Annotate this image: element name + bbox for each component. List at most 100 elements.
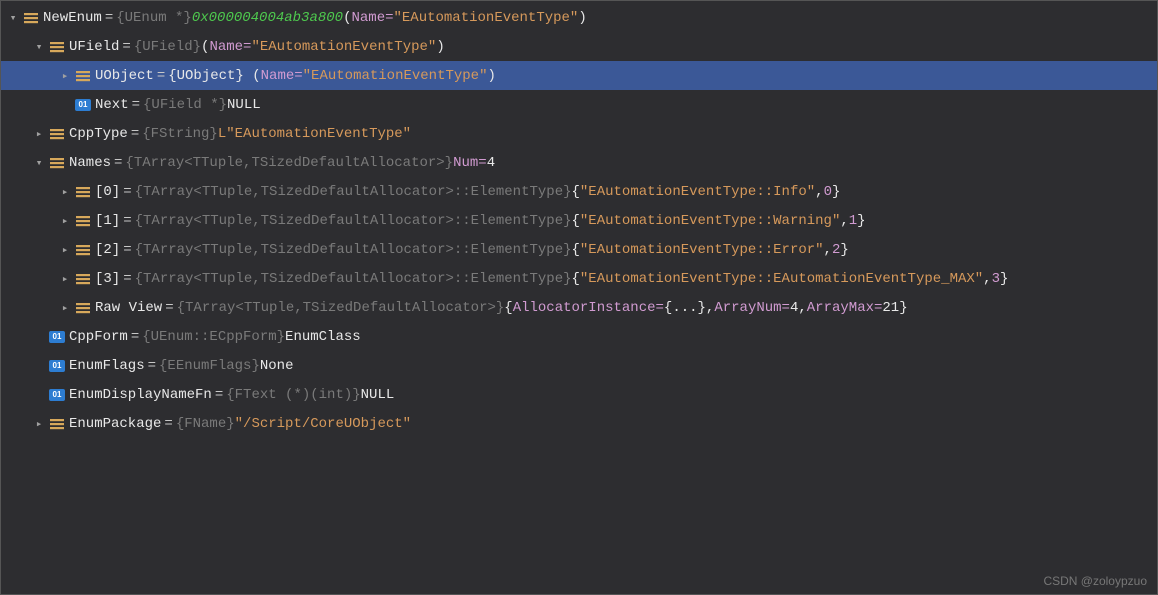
chevron-down-icon[interactable]: ▾ — [31, 39, 47, 55]
enum-icon — [49, 416, 65, 432]
text-segment: {TArray<TTuple,TSizedDefaultAllocator>} — [125, 155, 453, 171]
tree-row[interactable]: ▾ NewEnum = {UEnum *} 0x000004004ab3a800… — [1, 3, 1157, 32]
text-segment: "EAutomationEventType::Warning" — [580, 213, 840, 229]
text-segment: ArrayMax= — [807, 300, 883, 316]
text-segment: "/Script/CoreUObject" — [235, 416, 411, 432]
enum-icon — [75, 213, 91, 229]
tree-row[interactable]: ▸ [1] = {TArray<TTuple,TSizedDefaultAllo… — [1, 206, 1157, 235]
text-segment: {UField *} — [143, 97, 227, 113]
text-segment: {TArray<TTuple,TSizedDefaultAllocator>::… — [135, 242, 572, 258]
text-segment: = — [128, 126, 142, 142]
text-segment: CppType — [69, 126, 128, 142]
text-segment: } — [857, 213, 865, 229]
text-segment: ArrayNum= — [714, 300, 790, 316]
chevron-right-icon[interactable]: ▸ — [57, 184, 73, 200]
text-segment: ) — [578, 10, 586, 26]
text-segment: = — [120, 213, 134, 229]
text-segment: "EAutomationEventType::EAutomationEventT… — [580, 271, 983, 287]
watch-tree[interactable]: ▾ NewEnum = {UEnum *} 0x000004004ab3a800… — [1, 1, 1157, 438]
chevron-down-icon[interactable]: ▾ — [5, 10, 21, 26]
text-segment: , — [824, 242, 832, 258]
enum-icon — [49, 155, 65, 171]
tree-row[interactable]: ▸ [0] = {TArray<TTuple,TSizedDefaultAllo… — [1, 177, 1157, 206]
value-icon: 01 — [49, 360, 65, 372]
text-segment: Name= — [261, 68, 303, 84]
value-icon: 01 — [49, 331, 65, 343]
tree-row[interactable]: ▸ UObject = {UObject} (Name="EAutomation… — [1, 61, 1157, 90]
text-segment: EnumPackage — [69, 416, 161, 432]
tree-row[interactable]: 01Next = {UField *} NULL — [1, 90, 1157, 119]
tree-row[interactable]: ▾ UField = {UField} (Name="EAutomationEv… — [1, 32, 1157, 61]
text-segment: {TArray<TTuple,TSizedDefaultAllocator>::… — [135, 184, 572, 200]
enum-icon — [75, 300, 91, 316]
text-segment: {...}, — [664, 300, 714, 316]
tree-row[interactable]: 01CppForm = {UEnum::ECppForm} EnumClass — [1, 322, 1157, 351]
text-segment: EnumClass — [285, 329, 361, 345]
chevron-right-icon[interactable]: ▸ — [57, 271, 73, 287]
text-segment: 4 — [487, 155, 495, 171]
text-segment: , — [983, 271, 991, 287]
text-segment: } — [832, 184, 840, 200]
chevron-right-icon[interactable]: ▸ — [31, 126, 47, 142]
tree-row[interactable]: 01EnumDisplayNameFn = {FText (*)(int)} N… — [1, 380, 1157, 409]
text-segment: L"EAutomationEventType" — [218, 126, 411, 142]
tree-row[interactable]: 01EnumFlags = {EEnumFlags} None — [1, 351, 1157, 380]
chevron-right-icon[interactable]: ▸ — [57, 242, 73, 258]
text-segment: Name= — [351, 10, 393, 26]
text-segment: = — [161, 416, 175, 432]
text-segment: {EEnumFlags} — [159, 358, 260, 374]
tree-row[interactable]: ▾ Names = {TArray<TTuple,TSizedDefaultAl… — [1, 148, 1157, 177]
text-segment: EnumDisplayNameFn — [69, 387, 212, 403]
text-segment: Num= — [453, 155, 487, 171]
text-segment: { — [572, 213, 580, 229]
text-segment: = — [120, 242, 134, 258]
text-segment: Raw View — [95, 300, 162, 316]
text-segment: { — [572, 271, 580, 287]
text-segment: = — [111, 155, 125, 171]
tree-row[interactable]: ▸ Raw View = {TArray<TTuple,TSizedDefaul… — [1, 293, 1157, 322]
text-segment: { — [572, 242, 580, 258]
text-segment: UField — [69, 39, 119, 55]
text-segment: = — [102, 10, 116, 26]
text-segment: EnumFlags — [69, 358, 145, 374]
text-segment: = — [119, 39, 133, 55]
text-segment: Name= — [209, 39, 251, 55]
text-segment: = — [145, 358, 159, 374]
tree-row[interactable]: ▸ EnumPackage = {FName} "/Script/CoreUOb… — [1, 409, 1157, 438]
tree-row[interactable]: ▸ CppType = {FString} L"EAutomationEvent… — [1, 119, 1157, 148]
text-segment: 4 — [790, 300, 798, 316]
enum-icon — [75, 68, 91, 84]
text-segment: 21 — [882, 300, 899, 316]
tree-row[interactable]: ▸ [3] = {TArray<TTuple,TSizedDefaultAllo… — [1, 264, 1157, 293]
enum-icon — [49, 39, 65, 55]
enum-icon — [23, 10, 39, 26]
watermark: CSDN @zoloypzuo — [1043, 574, 1147, 588]
text-segment: {UField} — [134, 39, 201, 55]
text-segment: Next — [95, 97, 129, 113]
text-segment: ) — [488, 68, 496, 84]
text-segment: [3] — [95, 271, 120, 287]
text-segment: "EAutomationEventType" — [394, 10, 579, 26]
text-segment: AllocatorInstance= — [513, 300, 664, 316]
text-segment: NULL — [227, 97, 261, 113]
chevron-right-icon[interactable]: ▸ — [57, 68, 73, 84]
value-icon: 01 — [49, 389, 65, 401]
text-segment: {TArray<TTuple,TSizedDefaultAllocator>::… — [135, 271, 572, 287]
text-segment: } — [899, 300, 907, 316]
chevron-right-icon[interactable]: ▸ — [57, 300, 73, 316]
text-segment: [1] — [95, 213, 120, 229]
text-segment: = — [212, 387, 226, 403]
chevron-right-icon[interactable]: ▸ — [31, 416, 47, 432]
chevron-right-icon[interactable]: ▸ — [57, 213, 73, 229]
text-segment: [0] — [95, 184, 120, 200]
enum-icon — [49, 126, 65, 142]
text-segment: NewEnum — [43, 10, 102, 26]
tree-row[interactable]: ▸ [2] = {TArray<TTuple,TSizedDefaultAllo… — [1, 235, 1157, 264]
text-segment: = — [120, 184, 134, 200]
chevron-down-icon[interactable]: ▾ — [31, 155, 47, 171]
text-segment: CppForm — [69, 329, 128, 345]
text-segment: 0 — [824, 184, 832, 200]
enum-icon — [75, 242, 91, 258]
text-segment: = — [154, 68, 168, 84]
text-segment: ( — [343, 10, 351, 26]
